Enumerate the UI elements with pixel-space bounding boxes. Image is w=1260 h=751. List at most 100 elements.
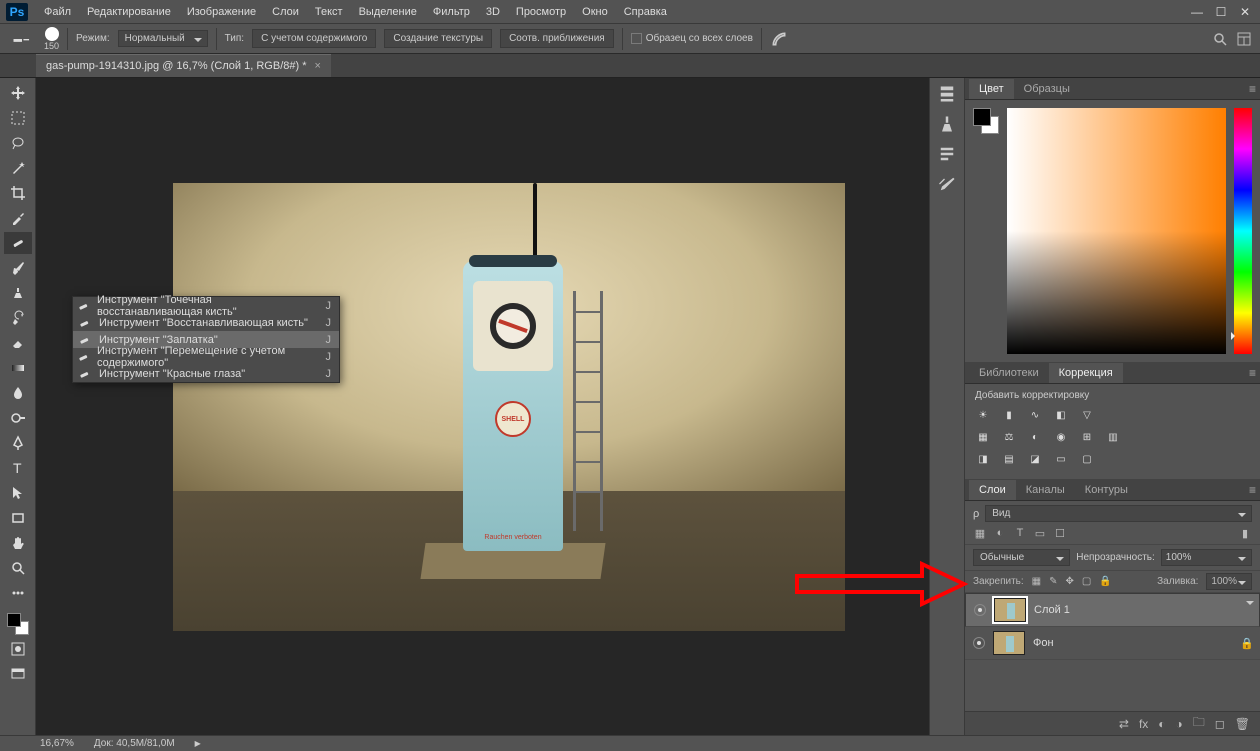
history-brush-tool[interactable] — [4, 307, 32, 329]
lock-position-icon[interactable]: ✥ — [1066, 576, 1074, 587]
adj-channel-mixer-icon[interactable]: ⊞ — [1079, 429, 1095, 445]
panel-menu-icon[interactable]: ≡ — [1249, 483, 1256, 497]
adj-curves-icon[interactable]: ∿ — [1027, 407, 1043, 423]
window-minimize-icon[interactable]: — — [1190, 5, 1204, 19]
sample-all-layers-checkbox[interactable]: Образец со всех слоев — [631, 33, 753, 44]
panel-menu-icon[interactable]: ≡ — [1249, 366, 1256, 380]
layer-thumbnail[interactable] — [993, 631, 1025, 655]
brushes-panel-icon[interactable] — [937, 114, 957, 134]
layer-thumbnail[interactable] — [994, 598, 1026, 622]
tab-channels[interactable]: Каналы — [1016, 480, 1075, 500]
blend-mode-select[interactable]: Нормальный — [118, 30, 208, 47]
brush-tool[interactable] — [4, 257, 32, 279]
screen-mode-tool[interactable] — [4, 663, 32, 685]
adj-threshold-icon[interactable]: ◪ — [1027, 451, 1043, 467]
delete-layer-icon[interactable]: 🗑 — [1235, 717, 1250, 731]
eyedropper-tool[interactable] — [4, 207, 32, 229]
window-maximize-icon[interactable]: ☐ — [1214, 5, 1228, 19]
blur-tool[interactable] — [4, 382, 32, 404]
menu-3d[interactable]: 3D — [486, 6, 500, 18]
menu-help[interactable]: Справка — [624, 6, 667, 18]
properties-panel-icon[interactable] — [937, 174, 957, 194]
menu-filter[interactable]: Фильтр — [433, 6, 470, 18]
filter-toggle-icon[interactable]: ▮ — [1238, 526, 1252, 540]
layer-row[interactable]: Фон🔒 — [965, 627, 1260, 660]
adj-levels-icon[interactable]: ▮ — [1001, 407, 1017, 423]
menu-type[interactable]: Текст — [315, 6, 343, 18]
magic-wand-tool[interactable] — [4, 157, 32, 179]
tab-libraries[interactable]: Библиотеки — [969, 363, 1049, 383]
layer-name[interactable]: Слой 1 — [1034, 604, 1251, 616]
search-icon[interactable] — [1212, 31, 1228, 47]
hue-slider[interactable] — [1234, 108, 1252, 354]
tab-layers[interactable]: Слои — [969, 480, 1016, 500]
clone-stamp-tool[interactable] — [4, 282, 32, 304]
adj-brightness-icon[interactable]: ☀ — [975, 407, 991, 423]
new-group-icon[interactable]: 🗀 — [1193, 713, 1205, 734]
menu-edit[interactable]: Редактирование — [87, 6, 171, 18]
doc-size-value[interactable]: Док: 40,5M/81,0M — [94, 738, 175, 749]
adj-posterize-icon[interactable]: ▤ — [1001, 451, 1017, 467]
lock-pixels-icon[interactable]: ✎ — [1049, 576, 1057, 587]
dodge-tool[interactable] — [4, 407, 32, 429]
history-panel-icon[interactable] — [937, 84, 957, 104]
filter-shape-icon[interactable]: ▭ — [1033, 526, 1047, 540]
filter-type-icon[interactable]: T — [1013, 526, 1027, 540]
adj-lut-icon[interactable]: ▥ — [1105, 429, 1121, 445]
layer-filter-select[interactable]: Вид — [985, 505, 1252, 522]
menu-select[interactable]: Выделение — [359, 6, 417, 18]
layer-name[interactable]: Фон — [1033, 637, 1232, 649]
menu-layers[interactable]: Слои — [272, 6, 299, 18]
filter-adjust-icon[interactable]: ◐ — [993, 526, 1007, 540]
adj-photo-filter-icon[interactable]: ◉ — [1053, 429, 1069, 445]
type-content-aware-button[interactable]: С учетом содержимого — [252, 29, 376, 48]
adj-selective-icon[interactable]: ▢ — [1079, 451, 1095, 467]
close-tab-icon[interactable]: × — [315, 60, 321, 72]
color-swatch-pair[interactable] — [973, 108, 999, 134]
type-tool[interactable]: T — [4, 457, 32, 479]
type-proximity-button[interactable]: Соотв. приближения — [500, 29, 614, 48]
quick-mask-tool[interactable] — [4, 638, 32, 660]
flyout-item[interactable]: Инструмент "Точечная восстанавливающая к… — [73, 297, 339, 314]
path-select-tool[interactable] — [4, 482, 32, 504]
adj-hue-icon[interactable]: ▦ — [975, 429, 991, 445]
zoom-tool[interactable] — [4, 557, 32, 579]
pen-tool[interactable] — [4, 432, 32, 454]
healing-brush-tool[interactable] — [4, 232, 32, 254]
pressure-icon[interactable] — [770, 30, 788, 48]
tab-adjustments[interactable]: Коррекция — [1049, 363, 1123, 383]
edit-toolbar-icon[interactable] — [4, 582, 32, 604]
adj-exposure-icon[interactable]: ◧ — [1053, 407, 1069, 423]
type-texture-button[interactable]: Создание текстуры — [384, 29, 492, 48]
new-adjustment-icon[interactable]: ◑ — [1176, 717, 1183, 731]
brush-preset-picker[interactable]: 150 — [44, 27, 59, 51]
layer-row[interactable]: Слой 1 — [965, 593, 1260, 627]
link-layers-icon[interactable]: ⇄ — [1119, 717, 1129, 731]
tab-paths[interactable]: Контуры — [1075, 480, 1138, 500]
document-tab[interactable]: gas-pump-1914310.jpg @ 16,7% (Слой 1, RG… — [36, 54, 331, 77]
paragraph-panel-icon[interactable] — [937, 144, 957, 164]
filter-smart-icon[interactable]: ☐ — [1053, 526, 1067, 540]
flyout-item[interactable]: Инструмент "Перемещение с учетом содержи… — [73, 348, 339, 365]
visibility-icon[interactable] — [974, 604, 986, 616]
menu-file[interactable]: Файл — [44, 6, 71, 18]
workspace-icon[interactable] — [1236, 31, 1252, 47]
adj-vibrance-icon[interactable]: ▽ — [1079, 407, 1095, 423]
hand-tool[interactable] — [4, 532, 32, 554]
rectangle-tool[interactable] — [4, 507, 32, 529]
tab-color[interactable]: Цвет — [969, 79, 1014, 99]
fill-input[interactable]: 100% — [1206, 573, 1252, 590]
blend-mode-layer-select[interactable]: Обычные — [973, 549, 1070, 566]
crop-tool[interactable] — [4, 182, 32, 204]
canvas-area[interactable]: SHELL Rauchen verboten Инструмент "Точеч… — [36, 78, 929, 735]
marquee-tool[interactable] — [4, 107, 32, 129]
opacity-input[interactable]: 100% — [1161, 549, 1252, 566]
window-close-icon[interactable]: ✕ — [1238, 5, 1252, 19]
adj-bw-icon[interactable]: ◐ — [1027, 429, 1043, 445]
zoom-value[interactable]: 16,67% — [40, 738, 74, 749]
adj-balance-icon[interactable]: ⚖ — [1001, 429, 1017, 445]
lasso-tool[interactable] — [4, 132, 32, 154]
adj-gradient-map-icon[interactable]: ▭ — [1053, 451, 1069, 467]
menu-view[interactable]: Просмотр — [516, 6, 566, 18]
color-field[interactable] — [1007, 108, 1226, 354]
